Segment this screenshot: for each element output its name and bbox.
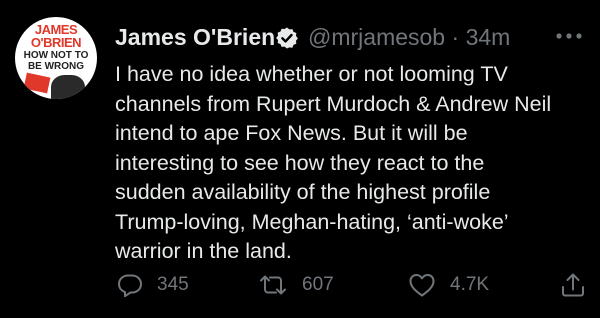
handle-and-time[interactable]: @mrjamesob · 34m [308,24,510,51]
verified-badge-icon [276,27,298,49]
tweet-text: I have no idea whether or not looming TV… [115,62,552,263]
author-handle[interactable]: @mrjamesob [308,24,445,50]
separator-dot: · [445,24,466,50]
share-up-arrow-icon [562,273,584,297]
more-dots-icon[interactable] [552,22,586,50]
reply-button[interactable]: 345 [117,268,189,302]
tweet[interactable]: JAMES O'BRIEN HOW NOT TO BE WRONG James … [0,0,600,318]
author-name[interactable]: James O'Brien [115,24,275,51]
avatar-text-line: O'BRIEN [30,35,82,50]
like-button[interactable]: 4.7K [408,268,489,302]
reply-count: 345 [157,274,189,295]
avatar-text-line: BE WRONG [27,61,85,72]
avatar-portrait [51,75,85,99]
retweet-count: 607 [302,274,334,295]
heart-outline-icon [409,274,435,297]
retweet-button[interactable]: 607 [258,268,334,302]
avatar[interactable]: JAMES O'BRIEN HOW NOT TO BE WRONG [15,17,97,99]
like-count: 4.7K [450,274,490,295]
avatar-text-line: HOW NOT TO [23,50,89,61]
avatar-red-strip [23,72,51,94]
reply-bubble-icon [118,274,142,298]
retweet-arrows-icon [260,275,286,295]
share-button[interactable] [560,268,586,302]
tweet-timestamp[interactable]: 34m [466,24,511,50]
